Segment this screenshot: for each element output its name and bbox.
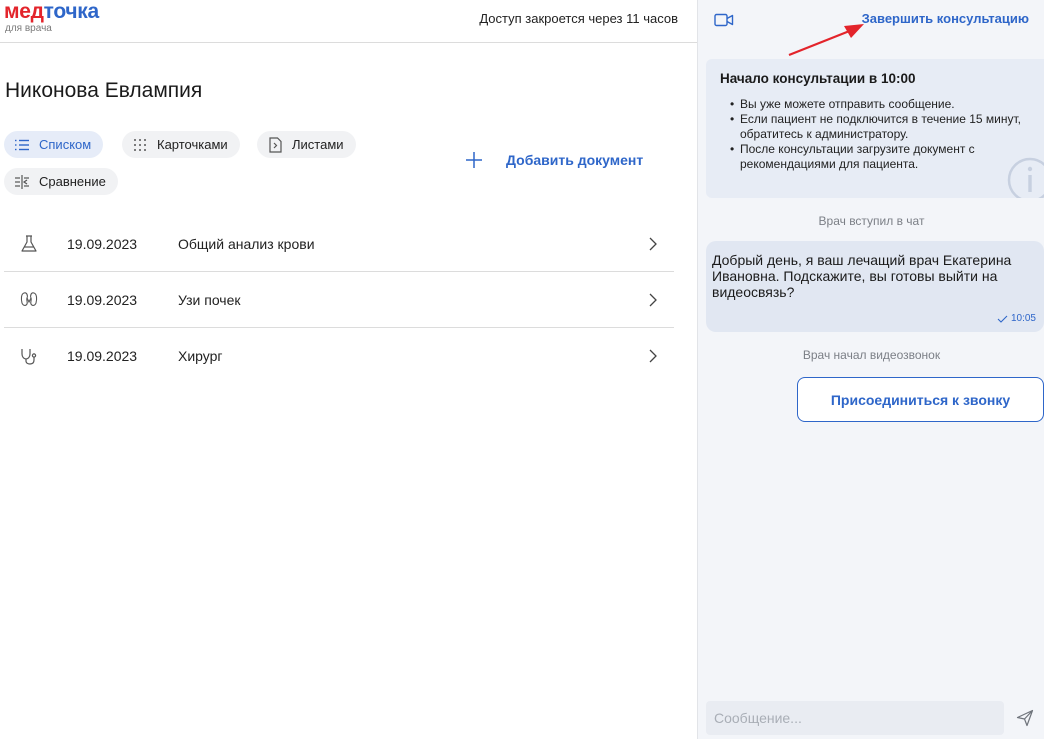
compare-icon	[14, 174, 30, 190]
document-row[interactable]: 19.09.2023 Узи почек	[4, 272, 674, 328]
document-icon	[267, 136, 283, 153]
view-mode-list-label: Списком	[39, 137, 92, 152]
view-mode-sheets-label: Листами	[292, 137, 344, 152]
view-mode-compare-label: Сравнение	[39, 174, 106, 189]
send-icon[interactable]	[1016, 709, 1034, 727]
document-list: 19.09.2023 Общий анализ крови 19.09.2023…	[4, 216, 674, 384]
info-item: После консультации загрузите документ с …	[730, 142, 1030, 172]
consultation-info-list: Вы уже можете отправить сообщение. Если …	[730, 97, 1030, 172]
document-name: Хирург	[178, 348, 223, 364]
chat-message-text: Добрый день, я ваш лечащий врач Екатерин…	[712, 252, 1012, 300]
view-mode-cards[interactable]: Карточками	[122, 131, 240, 158]
view-mode-compare[interactable]: Сравнение	[4, 168, 118, 195]
documents-panel: медточка для врача Доступ закроется чере…	[0, 0, 697, 739]
add-document-label: Добавить документ	[506, 152, 644, 168]
logo: медточка для врача	[4, 0, 100, 34]
join-call-button[interactable]: Присоединиться к звонку	[797, 377, 1044, 422]
plus-icon	[466, 152, 482, 168]
consultation-info-title: Начало консультации в 10:00	[720, 71, 916, 86]
system-message-joined: Врач вступил в чат	[818, 214, 925, 228]
chat-header: Завершить консультацию	[698, 0, 1044, 40]
info-item: Вы уже можете отправить сообщение.	[730, 97, 1030, 112]
document-name: Узи почек	[178, 291, 241, 308]
grid-dots-icon	[132, 137, 148, 153]
chevron-right-icon	[649, 237, 657, 251]
info-item: Если пациент не подключится в течение 15…	[730, 112, 1030, 142]
document-date: 19.09.2023	[67, 291, 138, 308]
video-camera-icon[interactable]	[714, 13, 734, 27]
access-expiry-text: Доступ закроется через 11 часов	[479, 11, 678, 26]
app: медточка для врача Доступ закроется чере…	[0, 0, 1044, 739]
list-icon	[14, 137, 30, 153]
kidneys-icon	[20, 292, 38, 306]
logo-text-part2: точка	[43, 0, 100, 23]
document-row[interactable]: 19.09.2023 Хирург	[4, 328, 674, 384]
chevron-right-icon	[649, 293, 657, 307]
end-consultation-button[interactable]: Завершить консультацию	[862, 11, 1029, 26]
view-mode-sheets[interactable]: Листами	[257, 131, 356, 158]
consultation-info-card: Начало консультации в 10:00 Вы уже может…	[706, 59, 1044, 198]
logo-subtitle: для врача	[5, 23, 52, 34]
chat-message-meta: 10:05	[997, 313, 1036, 324]
view-mode-cards-label: Карточками	[157, 137, 228, 152]
info-icon	[1007, 157, 1044, 198]
patient-name: Никонова Евлампия	[5, 79, 203, 102]
document-date: 19.09.2023	[67, 235, 138, 252]
document-date: 19.09.2023	[67, 348, 138, 364]
system-message-video: Врач начал видеозвонок	[802, 348, 941, 362]
document-name: Общий анализ крови	[178, 235, 315, 252]
chat-message-time: 10:05	[1010, 313, 1036, 324]
top-bar: медточка для врача Доступ закроется чере…	[0, 0, 697, 43]
flask-icon	[21, 235, 37, 252]
document-row[interactable]: 19.09.2023 Общий анализ крови	[4, 216, 674, 272]
view-mode-list[interactable]: Списком	[4, 131, 104, 158]
add-document-button[interactable]: Добавить документ	[465, 151, 643, 169]
chat-panel: Завершить консультацию Начало консультац…	[697, 0, 1044, 739]
logo-text-part1: мед	[4, 0, 44, 23]
chevron-right-icon	[649, 349, 657, 363]
chat-message: Добрый день, я ваш лечащий врач Екатерин…	[706, 241, 1044, 332]
stethoscope-icon	[21, 349, 37, 365]
check-icon	[997, 315, 1008, 323]
message-input[interactable]	[706, 701, 1004, 735]
